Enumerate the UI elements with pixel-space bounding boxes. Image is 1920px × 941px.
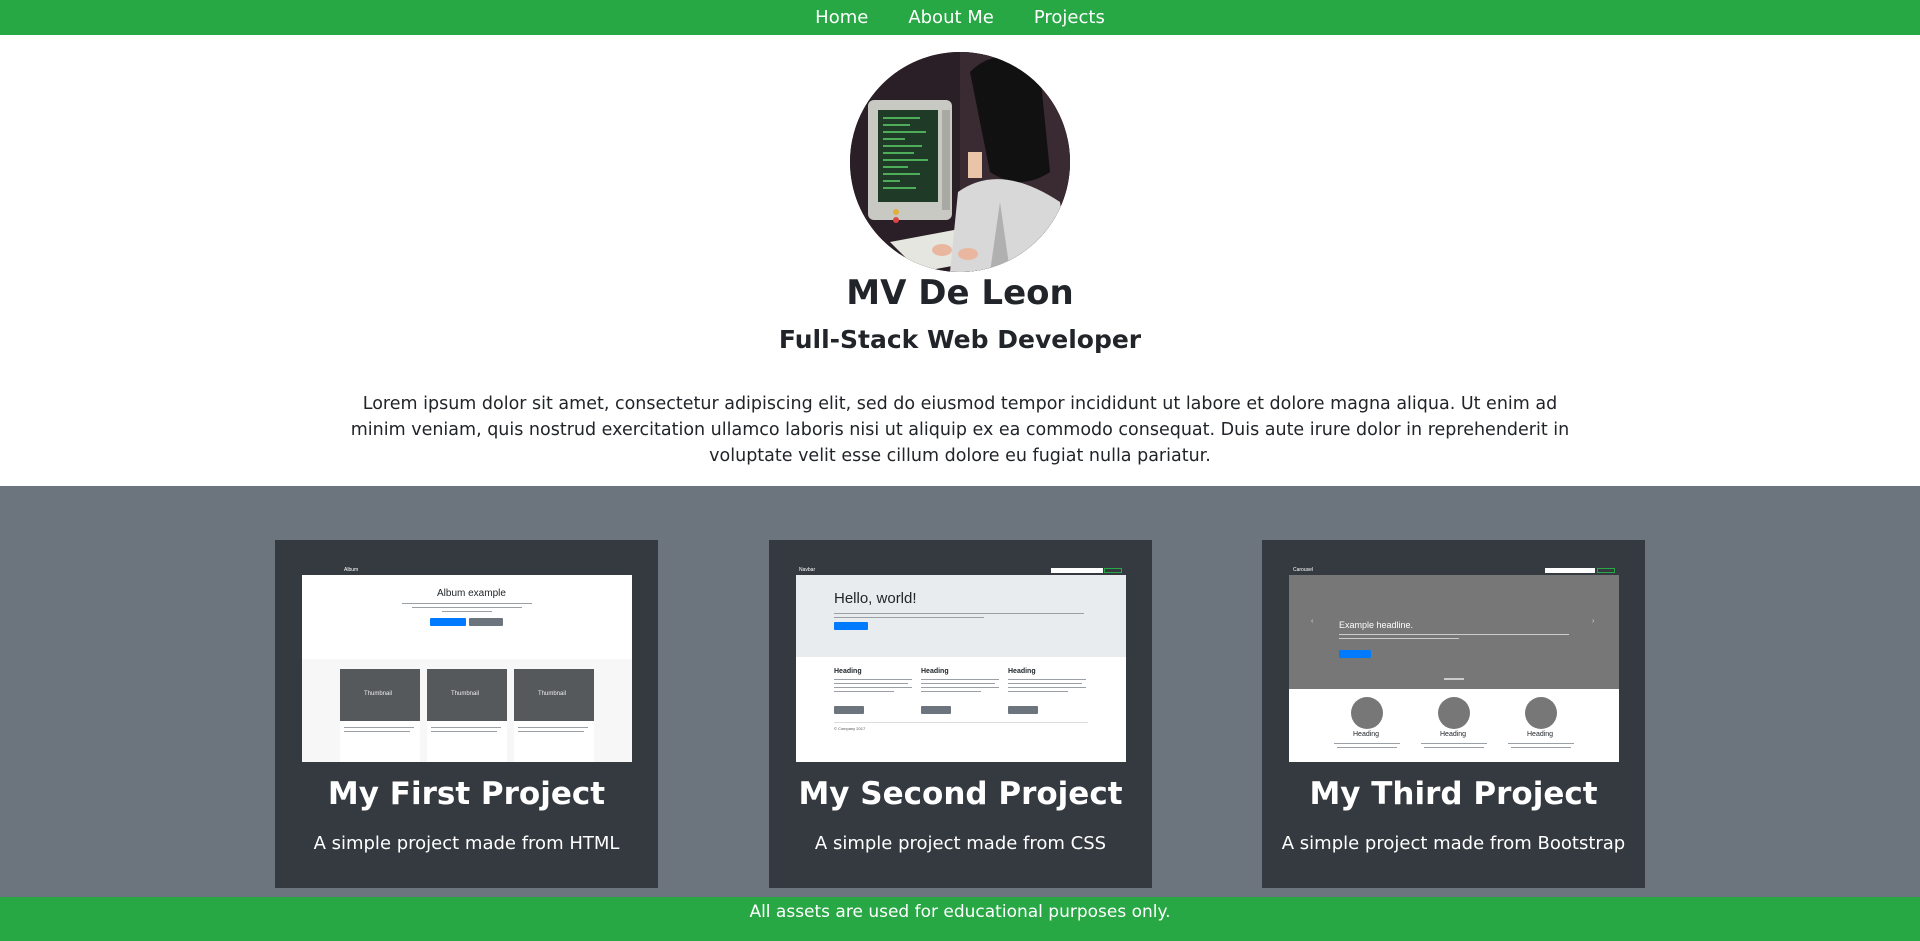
thumb-col-heading: Heading	[1353, 731, 1380, 738]
thumb-brand-label: Carousel	[1293, 567, 1314, 573]
profile-bio: Lorem ipsum dolor sit amet, consectetur …	[350, 394, 1570, 466]
project-title: My Third Project	[1309, 776, 1598, 812]
thumb-card-label: Thumbnail	[364, 691, 393, 697]
project-card-1[interactable]: Album Album Album example Thumbnail Thum…	[275, 540, 658, 888]
thumb-col-heading: Heading	[834, 668, 862, 675]
thumb-headline: Example headline.	[1339, 620, 1414, 630]
nav-link-projects[interactable]: Projects	[1034, 7, 1105, 28]
project-card-2[interactable]: Navbar Hello, world! Heading Heading Hea…	[769, 540, 1152, 888]
thumb-brand-label: Navbar	[799, 567, 816, 573]
thumb-brand-label: Album	[344, 567, 359, 573]
profile-avatar	[850, 52, 1070, 272]
thumb-col-heading: Heading	[1008, 668, 1036, 675]
thumb-heading: Hello, world!	[834, 590, 917, 607]
project-card-3[interactable]: Carousel Example headline. ‹ › Heading H…	[1262, 540, 1645, 888]
profile-name: MV De Leon	[846, 273, 1074, 313]
top-navbar: Home About Me Projects	[0, 0, 1920, 35]
project-thumbnail-album[interactable]: Album Album Album example Thumbnail Thum…	[302, 566, 632, 762]
thumb-jumbotron	[796, 575, 1126, 657]
profile-role: Full-Stack Web Developer	[778, 325, 1142, 354]
thumb-card-label: Thumbnail	[451, 691, 480, 697]
thumb-col-heading: Heading	[921, 668, 949, 675]
thumb-col-heading: Heading	[1440, 731, 1467, 738]
thumb-carousel	[1289, 575, 1619, 689]
thumb-footer: © Company 2017	[834, 726, 866, 731]
project-thumbnail-carousel[interactable]: Carousel Example headline. ‹ › Heading H…	[1289, 566, 1619, 762]
projects-section: Album Album Album example Thumbnail Thum…	[0, 486, 1920, 897]
project-description: A simple project made from CSS	[814, 833, 1107, 854]
thumb-col-heading: Heading	[1527, 731, 1554, 738]
nav-link-home[interactable]: Home	[815, 7, 868, 28]
thumb-prev-icon: ‹	[1311, 618, 1314, 625]
page-footer: All assets are used for educational purp…	[0, 897, 1920, 941]
nav-link-about-me[interactable]: About Me	[908, 7, 994, 28]
project-title: My First Project	[327, 776, 606, 812]
thumb-card-label: Thumbnail	[538, 691, 567, 697]
project-thumbnail-jumbotron[interactable]: Navbar Hello, world! Heading Heading Hea…	[796, 566, 1126, 762]
project-title: My Second Project	[798, 776, 1123, 812]
project-description: A simple project made from HTML	[313, 833, 620, 854]
project-description: A simple project made from Bootstrap	[1281, 833, 1626, 854]
thumb-heading: Album example	[437, 588, 506, 599]
thumb-next-icon: ›	[1592, 618, 1595, 625]
developer-illustration	[850, 52, 1070, 272]
footer-text: All assets are used for educational purp…	[749, 902, 1171, 922]
